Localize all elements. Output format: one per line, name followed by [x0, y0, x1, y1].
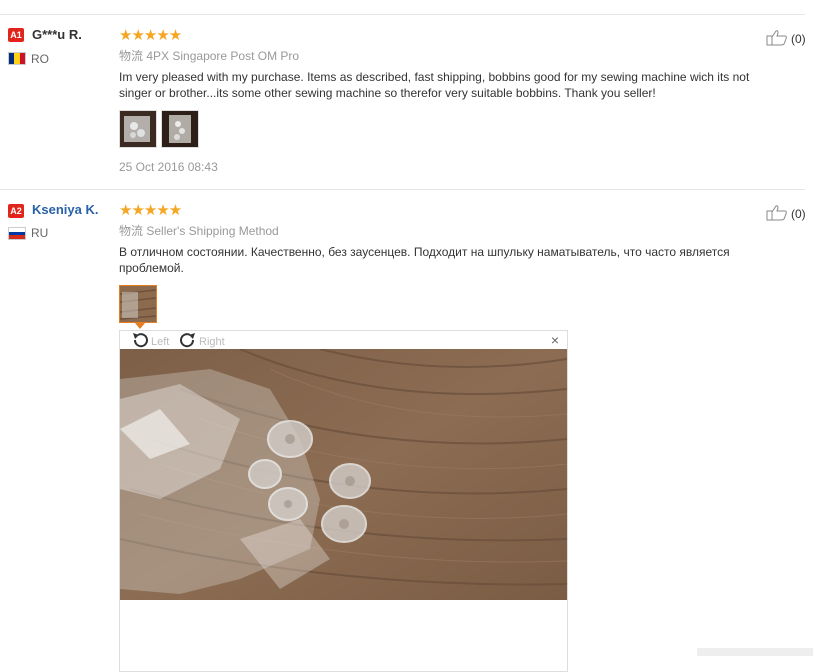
- bottom-panel-edge: [697, 648, 813, 656]
- logistics-info: 物流 4PX Singapore Post OM Pro: [119, 47, 299, 64]
- buyer-level-badge: A2: [8, 204, 24, 218]
- thumbs-up-icon: [766, 29, 788, 49]
- buyer-level-badge: A1: [8, 28, 24, 42]
- review-date: 25 Oct 2016 08:43: [119, 160, 218, 174]
- logistics-info: 物流 Seller's Shipping Method: [119, 222, 279, 239]
- star-rating: ★★★★★: [119, 27, 182, 44]
- close-icon[interactable]: ×: [551, 332, 559, 348]
- star-rating: ★★★★★: [119, 202, 182, 219]
- thumbs-up-icon: [766, 204, 788, 224]
- top-divider: [0, 14, 805, 15]
- review-text: Im very pleased with my purchase. Items …: [119, 70, 750, 100]
- flag-ro-icon: [8, 52, 26, 65]
- helpful-count: (0): [791, 32, 806, 46]
- review-text: В отличном состоянии. Качественно, без з…: [119, 245, 730, 275]
- logistics-label: 物流: [119, 49, 144, 63]
- rotate-left-label: Left: [151, 335, 170, 348]
- review-photo-thumb[interactable]: [119, 285, 157, 323]
- logistics-method: Seller's Shipping Method: [146, 224, 279, 238]
- reviewer-name[interactable]: Kseniya K.: [32, 202, 98, 217]
- reviewer-name: G***u R.: [32, 27, 82, 42]
- helpful-button[interactable]: (0): [766, 204, 806, 224]
- logistics-label: 物流: [119, 224, 144, 238]
- review-photo-thumb[interactable]: [119, 110, 157, 148]
- rotate-right-label: Right: [199, 335, 225, 348]
- flag-ru-icon: [8, 227, 26, 240]
- reviewer-country: RO: [31, 52, 49, 66]
- image-viewer: Left Right ×: [119, 330, 568, 672]
- thumb-pointer: [135, 323, 145, 329]
- review-photo-thumb[interactable]: [161, 110, 199, 148]
- review-divider: [0, 189, 805, 190]
- reviewer-country: RU: [31, 226, 49, 240]
- logistics-method: 4PX Singapore Post OM Pro: [146, 49, 300, 63]
- helpful-count: (0): [791, 207, 806, 221]
- viewer-toolbar: Left Right ×: [120, 331, 567, 349]
- helpful-button[interactable]: (0): [766, 29, 806, 49]
- review-photo-large: [120, 349, 567, 600]
